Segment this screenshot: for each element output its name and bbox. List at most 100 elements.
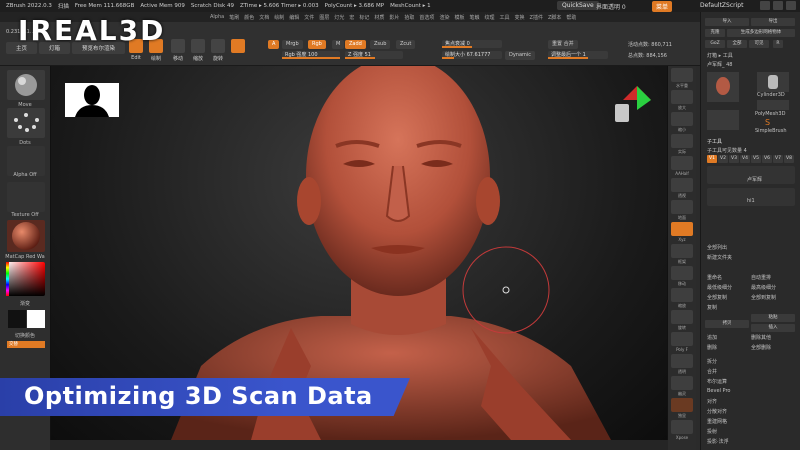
zcut-toggle[interactable]: Zcut <box>396 40 416 49</box>
copy-button[interactable]: 复制 <box>707 304 717 311</box>
align-button[interactable]: 对齐 <box>707 398 717 405</box>
rotate-view-button[interactable] <box>671 310 693 324</box>
scale-button[interactable]: 缩放 <box>190 39 206 62</box>
zoom-out-button[interactable] <box>671 112 693 126</box>
rename-button[interactable]: 重命名 <box>707 274 722 281</box>
m-toggle[interactable]: M <box>332 40 345 49</box>
duplicate-button[interactable]: 拷贝 <box>705 320 749 328</box>
menu-item[interactable]: 渲染 <box>439 14 449 21</box>
delete-other-button[interactable]: 删除其他 <box>751 334 771 341</box>
visible-button[interactable]: 可见 <box>749 40 769 48</box>
menu-item[interactable]: 笔触 <box>469 14 479 21</box>
quicksave-button[interactable]: QuickSave <box>557 1 599 10</box>
mirror-weld-button[interactable]: 重置 合并 <box>548 40 578 49</box>
all-to-dup-button[interactable]: 全部到复制 <box>751 294 776 301</box>
menu-item[interactable]: 笔刷 <box>229 14 239 21</box>
a-toggle[interactable]: A <box>268 40 280 49</box>
main-color-swatch[interactable] <box>8 310 26 328</box>
bevel-pro-button[interactable]: Bevel Pro <box>707 388 730 394</box>
zoom-in-button[interactable] <box>671 90 693 104</box>
delete-button[interactable]: 删除 <box>707 344 717 351</box>
menu-item[interactable]: 材质 <box>374 14 384 21</box>
secondary-color-swatch[interactable] <box>27 310 45 328</box>
menu-item[interactable]: Alpha <box>210 14 224 20</box>
switch-color-label[interactable]: 切换颜色 <box>0 332 50 339</box>
close-icon[interactable] <box>786 1 796 10</box>
menu-item[interactable]: 文档 <box>259 14 269 21</box>
zsub-toggle[interactable]: Zsub <box>370 40 391 49</box>
adjust-last-slider[interactable]: 调整最后一个 1 <box>548 51 608 59</box>
default-zscript-button[interactable]: DefaultZScript <box>700 2 743 9</box>
xyz-toggle[interactable] <box>671 222 693 236</box>
transparency-slider[interactable]: 界面透明 0 <box>596 2 626 11</box>
all-button[interactable]: 全部 <box>727 40 747 48</box>
boolean-button[interactable]: 布尔运算 <box>707 378 727 385</box>
lightbox-tools-link[interactable]: 灯箱 ▸ 工具 <box>707 52 733 59</box>
menu-item[interactable]: 变换 <box>515 14 525 21</box>
bpr-button[interactable] <box>671 68 693 82</box>
menu-item[interactable]: 文件 <box>304 14 314 21</box>
project-button[interactable]: 投射 <box>707 428 717 435</box>
polyframe-button[interactable] <box>671 332 693 346</box>
alternate-button[interactable]: 交替 <box>7 341 45 348</box>
color-picker[interactable] <box>7 262 45 296</box>
stroke-dots-button[interactable] <box>7 108 45 138</box>
tool-thumb-current[interactable] <box>707 72 739 102</box>
ghost-button[interactable] <box>671 376 693 390</box>
all-high-button[interactable]: 最高级细分 <box>751 284 776 291</box>
rgb-intensity-slider[interactable]: Rgb 强度 100 <box>282 51 340 59</box>
scan-menu[interactable]: 扫描 <box>58 2 69 10</box>
minimize-icon[interactable] <box>760 1 770 10</box>
zadd-toggle[interactable]: Zadd <box>345 40 366 49</box>
extract-button[interactable]: 投影·法浮 <box>707 438 729 445</box>
tool-thumb-polymesh[interactable] <box>757 100 789 110</box>
menu-item[interactable]: Z脚本 <box>548 14 561 21</box>
menu-item[interactable]: 编辑 <box>289 14 299 21</box>
auto-reorder-button[interactable]: 自动重排 <box>751 274 771 281</box>
menu-item[interactable]: 图层 <box>319 14 329 21</box>
aahalf-button[interactable] <box>671 156 693 170</box>
subtool-row[interactable]: 卢军辉 <box>707 166 795 184</box>
actual-size-button[interactable] <box>671 134 693 148</box>
merge-button[interactable]: 合并 <box>707 368 717 375</box>
menu-item[interactable]: 影片 <box>389 14 399 21</box>
tab-v3[interactable]: V3 <box>729 155 739 163</box>
import-button[interactable]: 导入 <box>705 18 749 26</box>
hue-strip[interactable] <box>6 262 9 296</box>
brush-move-button[interactable] <box>7 70 45 100</box>
menu-item[interactable]: 绘制 <box>274 14 284 21</box>
tab-v1[interactable]: V1 <box>707 155 717 163</box>
tool-thumb-head-b[interactable] <box>707 110 739 130</box>
split-button[interactable]: 拆分 <box>707 358 717 365</box>
delete-all-button[interactable]: 全部删除 <box>751 344 771 351</box>
rgb-toggle[interactable]: Rgb <box>308 40 326 49</box>
rotate-button[interactable]: 旋转 <box>210 39 226 62</box>
material-sphere-button[interactable] <box>230 39 246 55</box>
menu-item[interactable]: 纹理 <box>484 14 494 21</box>
goz-button[interactable]: GoZ <box>705 40 725 48</box>
tab-v4[interactable]: V4 <box>740 155 750 163</box>
menu-item[interactable]: 标记 <box>359 14 369 21</box>
xpose-button[interactable] <box>671 420 693 434</box>
menu-item[interactable]: 工具 <box>500 14 510 21</box>
tab-v2[interactable]: V2 <box>718 155 728 163</box>
menu-item[interactable]: 帮助 <box>566 14 576 21</box>
menu-item[interactable]: 灯光 <box>334 14 344 21</box>
new-folder-button[interactable]: 新建文件夹 <box>707 254 732 261</box>
list-all-button[interactable]: 全部列出 <box>707 244 727 251</box>
scale-view-button[interactable] <box>671 288 693 302</box>
move-button[interactable]: 移动 <box>170 39 186 62</box>
export-button[interactable]: 导出 <box>751 18 795 26</box>
all-copy-button[interactable]: 全部复制 <box>707 294 727 301</box>
remesh-button[interactable]: 重建网格 <box>707 418 727 425</box>
material-button[interactable] <box>7 220 45 252</box>
perspective-button[interactable] <box>671 178 693 192</box>
menu-item[interactable]: 颜色 <box>244 14 254 21</box>
tab-v6[interactable]: V6 <box>762 155 772 163</box>
menus-button[interactable]: 菜单 <box>652 1 673 12</box>
menu-item[interactable]: 宏 <box>349 14 354 21</box>
tab-v8[interactable]: V8 <box>784 155 794 163</box>
r-button[interactable]: R <box>773 40 783 48</box>
floor-button[interactable] <box>671 200 693 214</box>
make-polymesh-button[interactable]: 生成多边形网格物体 <box>727 29 795 37</box>
